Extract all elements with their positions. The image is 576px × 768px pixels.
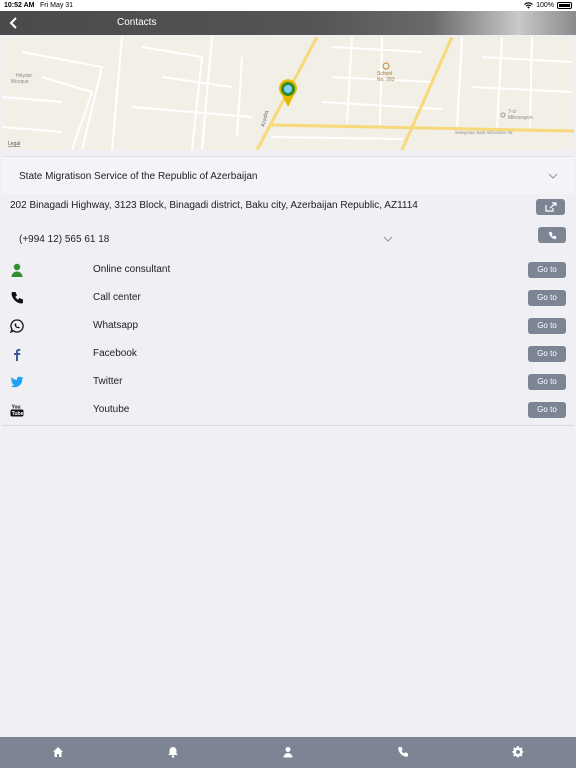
list-item-label: Youtube <box>93 404 130 415</box>
bell-icon[interactable] <box>167 746 179 758</box>
org-header[interactable]: State Migratison Service of the Republic… <box>2 156 574 194</box>
org-name: State Migratison Service of the Republic… <box>19 171 258 182</box>
svg-text:Tube: Tube <box>12 411 24 417</box>
svg-text:Mikrorayon: Mikrorayon <box>508 115 533 121</box>
list-item-label: Facebook <box>93 348 137 359</box>
page-title: Contacts <box>117 17 157 28</box>
battery-icon <box>557 2 572 9</box>
battery-percent: 100% <box>536 2 554 9</box>
map-view[interactable]: Heydar Mosque School No. 283 7-ci Mikror… <box>2 37 574 150</box>
profile-icon[interactable] <box>282 746 294 758</box>
svg-text:No. 283: No. 283 <box>377 77 395 83</box>
youtube-icon: You Tube <box>10 405 24 417</box>
status-bar: 10:52 AM Fri May 31 100% <box>0 0 576 11</box>
chevron-down-icon[interactable] <box>548 173 558 179</box>
go-to-button[interactable]: Go to <box>528 262 566 278</box>
tab-bar <box>0 737 576 768</box>
external-link-icon <box>544 202 557 212</box>
open-map-button[interactable] <box>536 199 565 215</box>
nav-header: Contacts <box>0 11 576 35</box>
chevron-down-icon[interactable] <box>383 236 393 242</box>
go-to-button[interactable]: Go to <box>528 402 566 418</box>
contact-card: State Migratison Service of the Republic… <box>2 156 574 426</box>
status-time: 10:52 AM <box>4 2 35 9</box>
whatsapp-icon <box>10 319 24 333</box>
list-item: You Tube Youtube Go to <box>2 401 574 421</box>
go-to-button[interactable]: Go to <box>528 346 566 362</box>
list-item: Online consultant Go to <box>2 261 574 281</box>
status-date: Fri May 31 <box>40 2 74 9</box>
list-item-label: Call center <box>93 292 141 303</box>
phone-icon <box>548 231 556 239</box>
phone-icon <box>11 292 23 304</box>
list-item-label: Twitter <box>93 376 123 387</box>
list-item-label: Online consultant <box>93 264 171 275</box>
list-item: Whatsapp Go to <box>2 317 574 337</box>
go-to-button[interactable]: Go to <box>528 290 566 306</box>
list-item: Call center Go to <box>2 289 574 309</box>
phone-number[interactable]: (+994 12) 565 61 18 <box>19 234 109 245</box>
wifi-icon <box>524 2 533 9</box>
back-arrow-icon[interactable] <box>8 16 20 30</box>
twitter-icon <box>10 376 24 388</box>
home-icon[interactable] <box>52 746 64 758</box>
list-item-label: Whatsapp <box>93 320 139 331</box>
list-item: Twitter Go to <box>2 373 574 393</box>
go-to-button[interactable]: Go to <box>528 374 566 390</box>
go-to-button[interactable]: Go to <box>528 318 566 334</box>
svg-text:Suleyman Sani Akhundov str.: Suleyman Sani Akhundov str. <box>455 130 514 135</box>
facebook-icon <box>14 348 21 361</box>
address-text: 202 Binagadi Highway, 3123 Block, Binaga… <box>10 200 418 211</box>
call-button[interactable] <box>538 227 566 243</box>
phone-icon[interactable] <box>397 746 409 758</box>
map-canvas: Heydar Mosque School No. 283 7-ci Mikror… <box>2 37 574 150</box>
user-icon <box>11 263 23 277</box>
status-right: 100% <box>524 0 572 11</box>
gear-icon[interactable] <box>512 746 524 758</box>
svg-text:Legal: Legal <box>8 141 20 147</box>
list-item: Facebook Go to <box>2 345 574 365</box>
